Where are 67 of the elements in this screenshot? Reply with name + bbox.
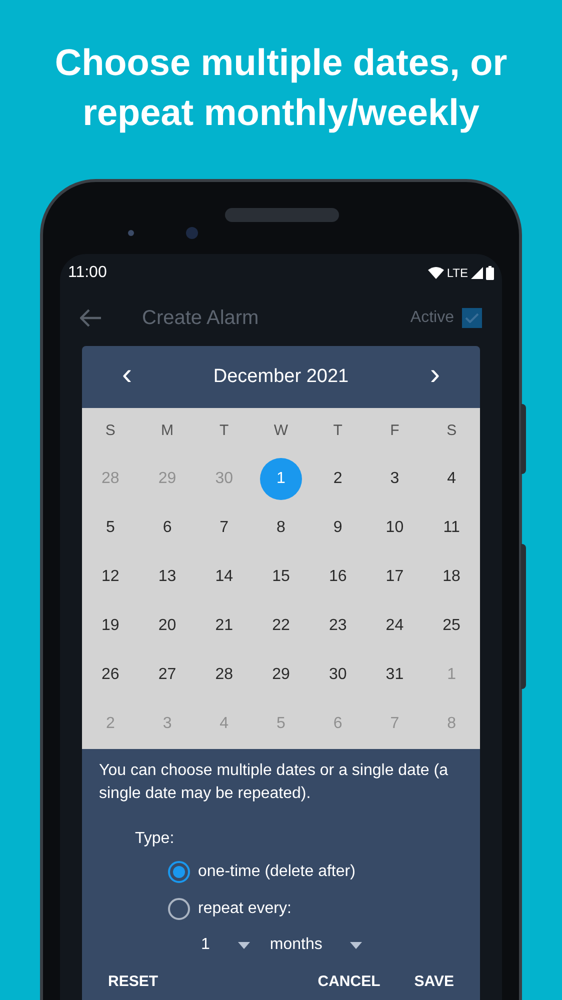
day-cell[interactable]: 21 (203, 604, 246, 646)
headline: repeat monthly/weekly (82, 91, 480, 135)
weekday-label: S (104, 420, 116, 441)
option-label: one-time (delete after) (198, 862, 356, 882)
active-label: Active (410, 308, 454, 328)
day-cell[interactable]: 16 (316, 556, 359, 598)
headline: Choose multiple dates, or (54, 41, 508, 85)
option-label: repeat every: (198, 899, 292, 919)
month-label: December 2021 (213, 364, 349, 389)
day-cell[interactable]: 17 (374, 556, 416, 598)
day-cell[interactable]: 20 (146, 604, 188, 646)
day-cell[interactable]: 28 (203, 654, 246, 696)
battery-icon (486, 266, 494, 280)
day-cell[interactable]: 26 (89, 654, 132, 696)
previous-month-button[interactable]: ‹ (122, 360, 132, 394)
day-cell[interactable]: 15 (260, 556, 302, 598)
day-cell[interactable]: 2 (316, 458, 359, 500)
caret-icon (350, 942, 362, 948)
status-time: 11:00 (68, 262, 107, 282)
screen-title: Create Alarm (142, 306, 260, 330)
day-cell[interactable]: 27 (146, 654, 188, 696)
dialog-button[interactable]: CANCEL (318, 971, 380, 994)
dialog-button[interactable]: SAVE (414, 971, 454, 994)
day-cell[interactable]: 25 (430, 604, 473, 646)
day-cell[interactable]: 24 (374, 604, 416, 646)
signal-icon (471, 266, 483, 278)
day-cell[interactable]: 29 (260, 654, 302, 696)
weekday-label: T (218, 420, 230, 441)
weekday-label: T (332, 420, 344, 441)
day-cell[interactable]: 23 (316, 604, 359, 646)
day-cell[interactable]: 5 (89, 506, 132, 548)
day-cell[interactable]: 31 (374, 654, 416, 696)
back-arrow-icon[interactable] (80, 308, 102, 326)
phone-camera (186, 227, 198, 239)
day-cell[interactable]: 12 (89, 556, 132, 598)
day-cell[interactable]: 18 (430, 556, 473, 598)
count-dropdown[interactable]: 1 (201, 933, 250, 957)
radio-button[interactable] (168, 861, 190, 883)
day-cell[interactable]: 22 (260, 604, 302, 646)
day-cell[interactable]: 3 (374, 458, 416, 500)
day-cell[interactable]: 19 (89, 604, 132, 646)
day-cell[interactable]: 9 (316, 506, 359, 548)
check-icon (465, 312, 479, 322)
day-cell[interactable]: 7 (203, 506, 246, 548)
network-label: LTE (446, 264, 468, 282)
description-text: You can choose multiple dates or a single date (a single date may be repeated). (98, 761, 449, 804)
day-cell[interactable]: 8 (260, 506, 302, 548)
phone-camera (128, 230, 134, 236)
weekday-label: S (446, 420, 458, 441)
day-cell[interactable]: 10 (374, 506, 416, 548)
weekday-label: F (389, 420, 400, 441)
radio-button[interactable] (168, 898, 190, 920)
wifi-icon (428, 266, 444, 278)
next-month-button[interactable]: › (430, 360, 440, 394)
unit-dropdown[interactable]: months (270, 933, 362, 957)
weekday-label: M (160, 420, 175, 441)
caret-icon (238, 942, 250, 948)
dialog-button[interactable]: RESET (108, 971, 158, 994)
day-cell[interactable]: 4 (430, 458, 473, 500)
active-checkbox[interactable] (462, 308, 482, 328)
type-label: Type: (135, 829, 176, 849)
weekday-label: W (272, 420, 290, 441)
day-cell[interactable]: 30 (316, 654, 359, 696)
day-cell[interactable]: 11 (430, 506, 473, 548)
day-cell[interactable]: 14 (203, 556, 246, 598)
day-cell[interactable]: 6 (146, 506, 188, 548)
day-cell[interactable]: 13 (146, 556, 188, 598)
